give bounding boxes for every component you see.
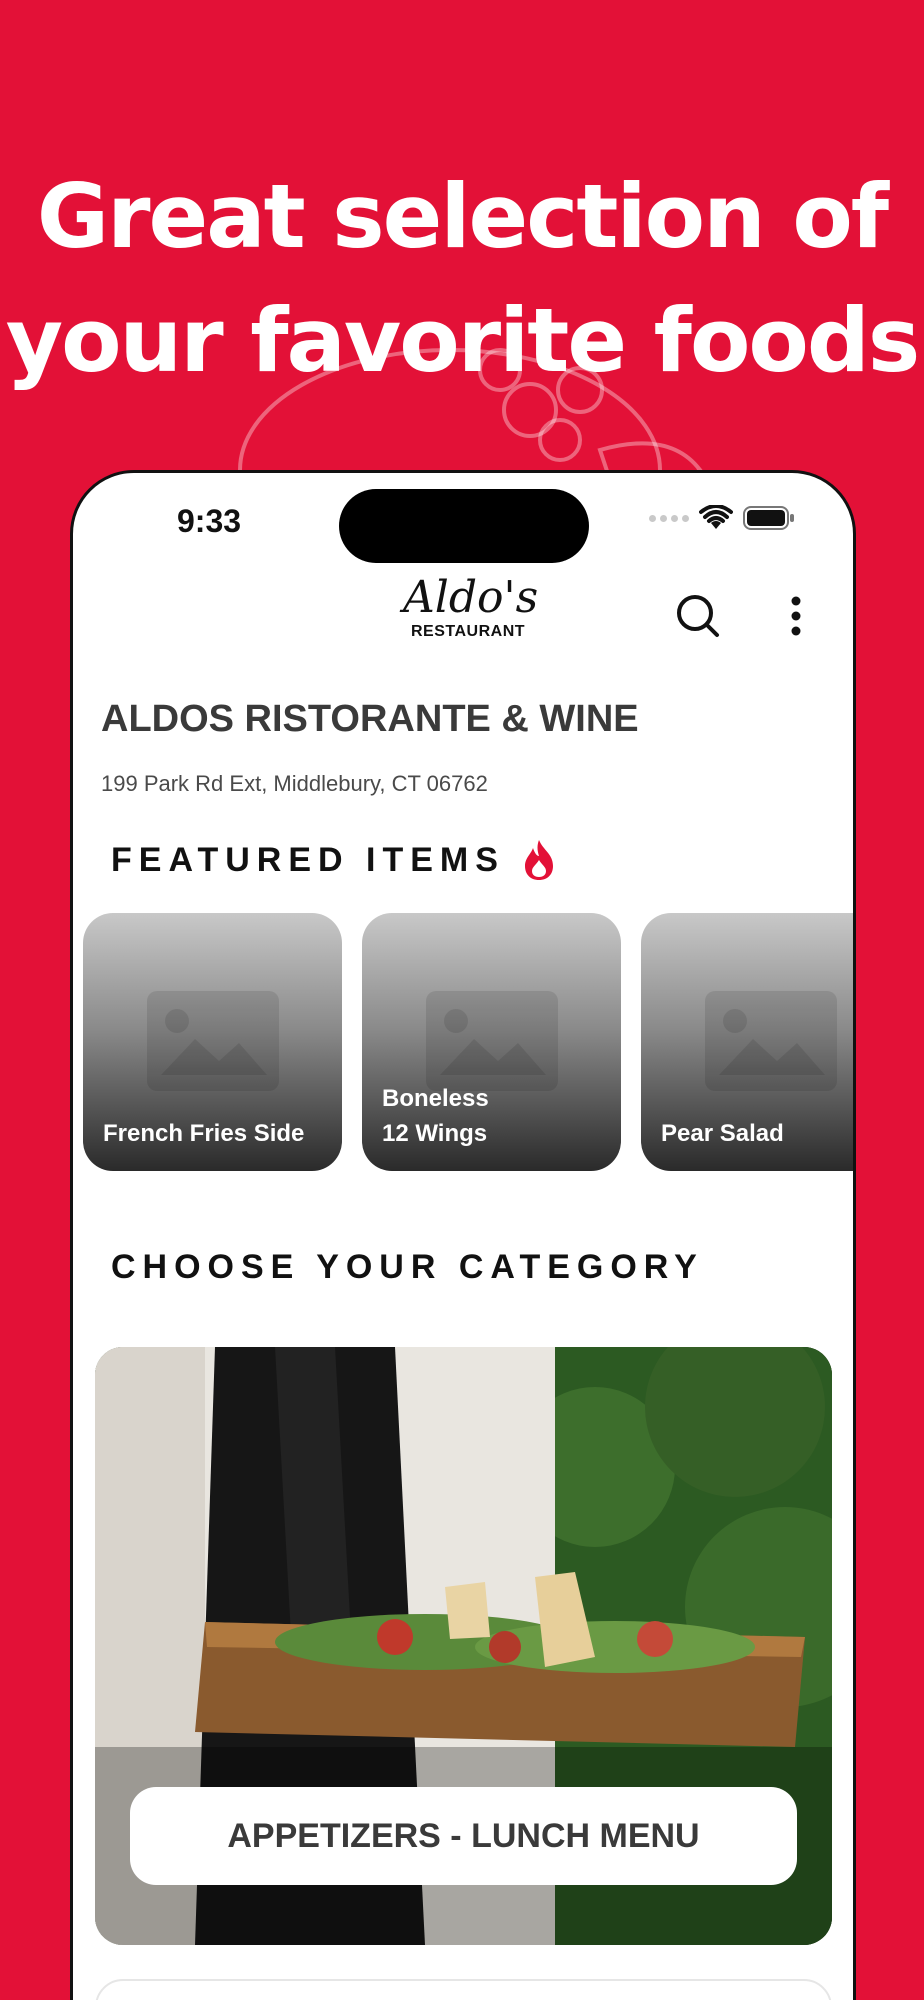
logo-subtitle: RESTAURANT bbox=[410, 623, 526, 640]
category-card[interactable]: APPETIZERS - LUNCH MENU bbox=[95, 1347, 832, 1945]
status-icons bbox=[649, 505, 795, 531]
featured-item-card[interactable]: Pear Salad bbox=[641, 913, 853, 1171]
hero-line-1: Great selection of bbox=[36, 165, 889, 268]
featured-items-heading: FEATURED ITEMS bbox=[111, 838, 559, 882]
restaurant-logo[interactable]: Aldo's RESTAURANT bbox=[403, 572, 539, 663]
featured-item-label: Pear Salad bbox=[661, 1120, 784, 1147]
category-card-next[interactable] bbox=[95, 1979, 832, 2000]
phone-frame: 9:33 Aldo's RESTAURANT ALDOS RISTORANTE … bbox=[70, 470, 856, 2000]
image-placeholder-icon bbox=[147, 991, 279, 1091]
featured-item-label: Boneless 12 Wings bbox=[382, 1081, 607, 1151]
status-time: 9:33 bbox=[177, 503, 242, 539]
flame-icon bbox=[524, 840, 553, 880]
restaurant-address: 199 Park Rd Ext, Middlebury, CT 06762 bbox=[101, 771, 488, 796]
image-placeholder-icon bbox=[705, 991, 837, 1091]
wifi-icon bbox=[699, 505, 733, 529]
featured-items-carousel[interactable]: French Fries Side Boneless 12 Wings Pear… bbox=[83, 913, 853, 1171]
featured-item-card[interactable]: Boneless 12 Wings bbox=[362, 913, 621, 1171]
featured-item-label: French Fries Side bbox=[103, 1120, 305, 1147]
category-button-appetizers-lunch[interactable]: APPETIZERS - LUNCH MENU bbox=[130, 1787, 797, 1885]
featured-item-label-line2: 12 Wings bbox=[382, 1120, 488, 1147]
battery-icon bbox=[743, 506, 794, 530]
logo-script: Aldo's bbox=[403, 572, 539, 623]
search-icon[interactable] bbox=[673, 591, 723, 641]
featured-title-text: FEATURED ITEMS bbox=[111, 840, 505, 879]
signal-dots-icon bbox=[649, 514, 689, 522]
featured-item-card[interactable]: French Fries Side bbox=[83, 913, 342, 1171]
dynamic-island bbox=[339, 489, 589, 563]
category-heading: CHOOSE YOUR CATEGORY bbox=[111, 1248, 704, 1286]
hero-line-2: your favorite foods bbox=[5, 289, 921, 392]
restaurant-name: ALDOS RISTORANTE & WINE bbox=[101, 698, 639, 740]
hero-headline: Great selection of your favorite foods bbox=[0, 155, 924, 403]
image-placeholder-icon bbox=[426, 991, 558, 1091]
more-vertical-icon[interactable] bbox=[783, 591, 809, 641]
featured-item-label-line1: Boneless bbox=[382, 1085, 489, 1112]
